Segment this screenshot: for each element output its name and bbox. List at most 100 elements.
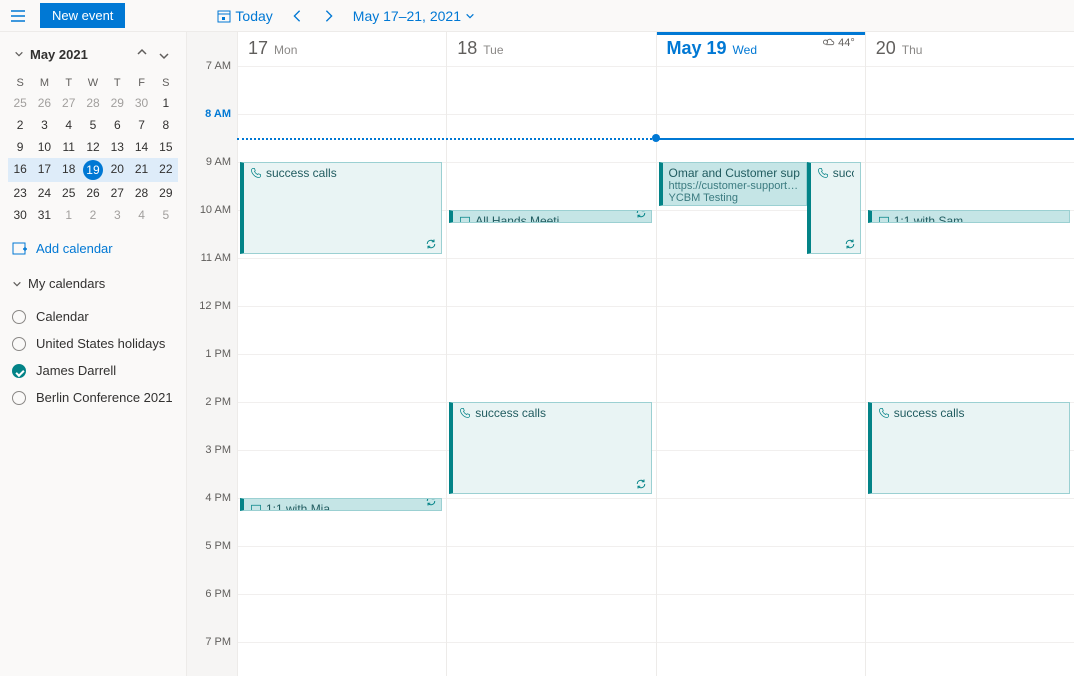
day-header[interactable]: 17Mon <box>238 32 446 66</box>
mini-calendar[interactable]: SMTWTFS 25262728293012345678910111213141… <box>8 74 178 226</box>
next-period-button[interactable] <box>321 8 337 24</box>
calendar-checkbox[interactable] <box>12 310 26 324</box>
hour-label: 1 PM <box>205 348 231 360</box>
mini-cal-day[interactable]: 25 <box>8 92 32 114</box>
mini-cal-day[interactable]: 26 <box>81 182 105 204</box>
calendar-toggle[interactable]: Berlin Conference 2021 <box>8 386 178 409</box>
today-label: Today <box>235 8 272 24</box>
mini-cal-day[interactable]: 26 <box>32 92 56 114</box>
calendar-event[interactable]: 1:1 with Mia <box>240 498 442 511</box>
recurring-icon <box>635 210 647 219</box>
hour-label: 5 PM <box>205 540 231 552</box>
mini-cal-day[interactable]: 5 <box>154 204 178 226</box>
mini-cal-day[interactable]: 31 <box>32 204 56 226</box>
mini-cal-day[interactable]: 2 <box>81 204 105 226</box>
mini-cal-day[interactable]: 4 <box>57 114 81 136</box>
date-range-label: May 17–21, 2021 <box>353 8 461 24</box>
mini-cal-day[interactable]: 27 <box>105 182 129 204</box>
calendar-event[interactable]: All Hands Meeti <box>449 210 651 223</box>
day-header[interactable]: May 19Wed44° <box>657 32 865 66</box>
hour-label: 11 AM <box>201 252 231 264</box>
mini-cal-day[interactable]: 25 <box>57 182 81 204</box>
mini-cal-day[interactable]: 3 <box>32 114 56 136</box>
calendar-checkbox[interactable] <box>12 337 26 351</box>
mini-cal-day[interactable]: 30 <box>8 204 32 226</box>
mini-cal-day[interactable]: 1 <box>57 204 81 226</box>
menu-icon[interactable] <box>8 6 28 26</box>
day-column[interactable]: May 19Wed44° Omar and Customer supporhttp… <box>656 32 865 676</box>
day-header[interactable]: 20Thu <box>866 32 1074 66</box>
add-calendar-button[interactable]: Add calendar <box>8 234 178 262</box>
mini-cal-day[interactable]: 10 <box>32 136 56 158</box>
recurring-icon <box>844 238 856 250</box>
mini-prev-month[interactable] <box>134 46 150 62</box>
calendar-event[interactable]: Omar and Customer supporhttps://customer… <box>659 162 807 206</box>
mini-cal-day[interactable]: 16 <box>8 158 32 182</box>
mini-cal-day[interactable]: 11 <box>57 136 81 158</box>
mini-next-month[interactable] <box>156 46 172 62</box>
mini-cal-day[interactable]: 30 <box>129 92 153 114</box>
my-calendars-header[interactable]: My calendars <box>8 270 178 297</box>
calendar-toggle[interactable]: United States holidays <box>8 332 178 355</box>
new-event-button[interactable]: New event <box>40 3 125 28</box>
calendar-event[interactable]: success calls <box>807 162 861 254</box>
mini-cal-day[interactable]: 3 <box>105 204 129 226</box>
date-range-picker[interactable]: May 17–21, 2021 <box>353 8 475 24</box>
mini-cal-day[interactable]: 14 <box>129 136 153 158</box>
hour-label: 8 AM <box>205 108 231 120</box>
recurring-icon <box>425 498 437 507</box>
mini-cal-day[interactable]: 12 <box>81 136 105 158</box>
calendar-toggle[interactable]: James Darrell <box>8 359 178 382</box>
hour-label: 12 PM <box>199 300 231 312</box>
mini-cal-day[interactable]: 7 <box>129 114 153 136</box>
prev-period-button[interactable] <box>289 8 305 24</box>
mini-cal-day[interactable]: 5 <box>81 114 105 136</box>
calendar-checkbox[interactable] <box>12 364 26 378</box>
day-column[interactable]: 17Mon success calls 1:1 with Mia <box>237 32 446 676</box>
recurring-icon <box>425 238 437 250</box>
recurring-icon <box>635 478 647 490</box>
calendar-event[interactable]: success calls <box>240 162 442 254</box>
chevron-down-icon <box>465 11 475 21</box>
mini-cal-day[interactable]: 6 <box>105 114 129 136</box>
mini-cal-day[interactable]: 27 <box>57 92 81 114</box>
mini-cal-day[interactable]: 19 <box>81 158 105 182</box>
hour-label: 10 AM <box>200 204 231 216</box>
hour-label: 7 PM <box>205 636 231 648</box>
add-calendar-icon <box>12 240 28 256</box>
mini-cal-day[interactable]: 29 <box>105 92 129 114</box>
mini-cal-day[interactable]: 17 <box>32 158 56 182</box>
mini-cal-day[interactable]: 20 <box>105 158 129 182</box>
calendar-event[interactable]: success calls <box>449 402 651 494</box>
today-button[interactable]: Today <box>217 8 272 24</box>
day-column[interactable]: 18Tue All Hands Meeti success calls <box>446 32 655 676</box>
mini-cal-day[interactable]: 15 <box>154 136 178 158</box>
hour-label: 7 AM <box>206 60 231 72</box>
mini-cal-day[interactable]: 28 <box>129 182 153 204</box>
chevron-down-icon <box>14 49 24 59</box>
mini-cal-day[interactable]: 28 <box>81 92 105 114</box>
calendar-event[interactable]: success calls <box>868 402 1070 494</box>
mini-month-header[interactable]: May 2021 <box>14 47 88 62</box>
calendar-toggle[interactable]: Calendar <box>8 305 178 328</box>
mini-cal-day[interactable]: 23 <box>8 182 32 204</box>
calendar-checkbox[interactable] <box>12 391 26 405</box>
mini-cal-day[interactable]: 13 <box>105 136 129 158</box>
day-column[interactable]: 20Thu 1:1 with Sam success calls <box>865 32 1074 676</box>
mini-cal-day[interactable]: 2 <box>8 114 32 136</box>
mini-cal-day[interactable]: 21 <box>129 158 153 182</box>
day-header[interactable]: 18Tue <box>447 32 655 66</box>
mini-cal-day[interactable]: 18 <box>57 158 81 182</box>
chevron-down-icon <box>12 279 22 289</box>
mini-cal-day[interactable]: 1 <box>154 92 178 114</box>
hour-label: 6 PM <box>205 588 231 600</box>
hour-label: 2 PM <box>205 396 231 408</box>
calendar-event[interactable]: 1:1 with Sam <box>868 210 1070 223</box>
mini-cal-day[interactable]: 24 <box>32 182 56 204</box>
mini-cal-day[interactable]: 4 <box>129 204 153 226</box>
mini-cal-day[interactable]: 9 <box>8 136 32 158</box>
mini-cal-day[interactable]: 22 <box>154 158 178 182</box>
mini-cal-day[interactable]: 29 <box>154 182 178 204</box>
mini-cal-day[interactable]: 8 <box>154 114 178 136</box>
weather-badge: 44° <box>821 37 855 49</box>
